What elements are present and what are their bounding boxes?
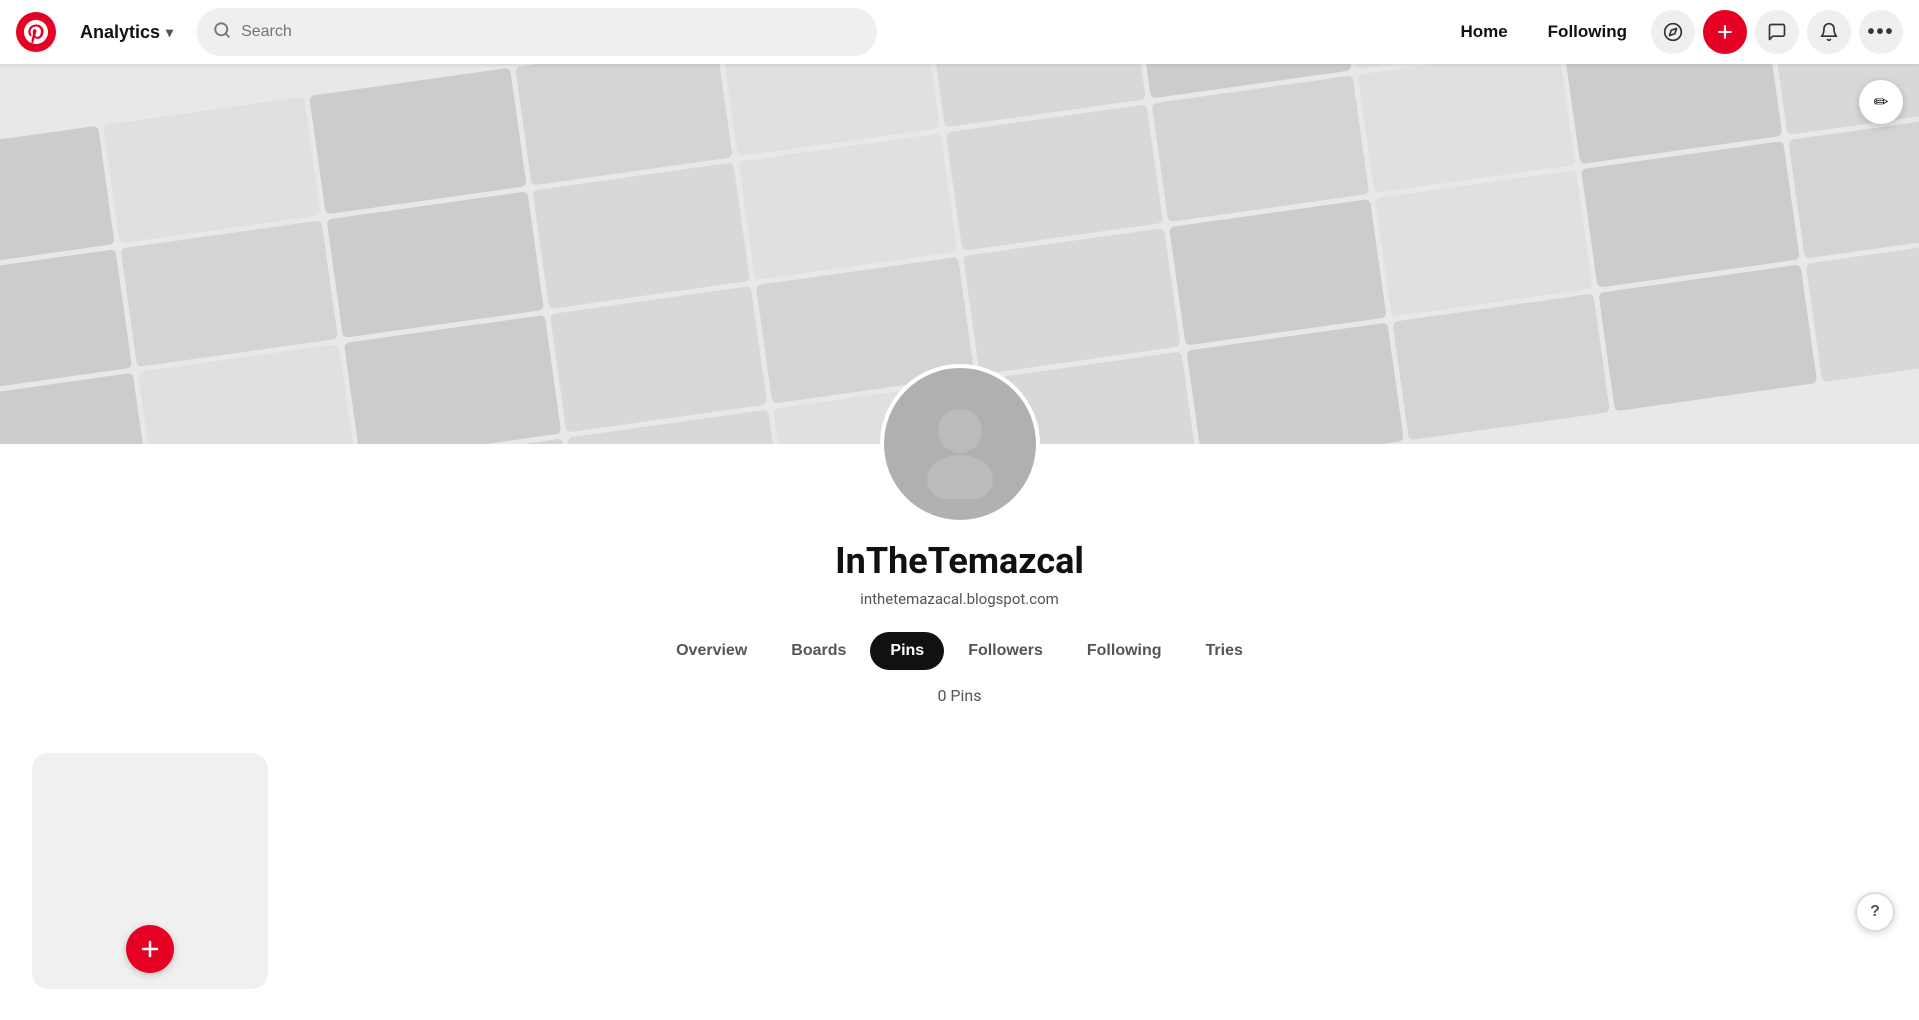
search-icon [213, 21, 231, 44]
profile-tabs: Overview Boards Pins Followers Following… [656, 632, 1263, 670]
tab-followers[interactable]: Followers [948, 632, 1063, 670]
cover-tile [739, 133, 957, 280]
cover-tile [1788, 112, 1919, 259]
cover-tile [962, 228, 1180, 375]
add-button[interactable] [1703, 10, 1747, 54]
following-nav-button[interactable]: Following [1532, 14, 1643, 50]
explore-button[interactable] [1651, 10, 1695, 54]
analytics-label: Analytics [80, 22, 160, 43]
content-area [0, 737, 1919, 1005]
notifications-button[interactable] [1807, 10, 1851, 54]
edit-cover-button[interactable]: ✏ [1859, 80, 1903, 124]
header: Analytics ▾ Home Following [0, 0, 1919, 64]
profile-section: InTheTemazcal inthetemazacal.blogspot.co… [0, 444, 1919, 737]
cover-tile [0, 249, 131, 396]
pinterest-logo[interactable] [16, 12, 56, 52]
cover-tile [1375, 170, 1593, 317]
search-bar [197, 8, 877, 56]
tab-following[interactable]: Following [1067, 632, 1182, 670]
more-options-button[interactable]: ••• [1859, 10, 1903, 54]
home-button[interactable]: Home [1444, 14, 1523, 50]
cover-tile [945, 104, 1163, 251]
cover-tile [1169, 199, 1387, 346]
pins-count: 0 Pins [937, 686, 981, 705]
cover-tile [326, 191, 544, 338]
cover-tile [103, 97, 321, 244]
add-pin-tile [32, 753, 268, 989]
cover-tile [309, 68, 527, 215]
cover-tile [532, 162, 750, 309]
pencil-icon: ✏ [1873, 92, 1888, 113]
cover-tile [1392, 294, 1610, 441]
search-input[interactable] [241, 23, 861, 41]
cover-tile [1599, 265, 1817, 412]
cover-tile [344, 315, 562, 444]
add-pin-button[interactable] [126, 925, 174, 973]
cover-tile [120, 220, 338, 367]
messages-button[interactable] [1755, 10, 1799, 54]
tab-tries[interactable]: Tries [1186, 632, 1263, 670]
cover-tile [1151, 75, 1369, 222]
profile-username: InTheTemazcal [835, 540, 1084, 582]
chevron-down-icon: ▾ [166, 24, 173, 41]
cover-tile [1581, 141, 1799, 288]
cover-tile [0, 126, 114, 273]
cover-tile [0, 373, 149, 444]
avatar [880, 364, 1040, 524]
cover-tile [1805, 236, 1919, 383]
header-right: Home Following [1444, 10, 1903, 54]
help-button[interactable]: ? [1855, 892, 1895, 932]
tab-overview[interactable]: Overview [656, 632, 767, 670]
tab-pins[interactable]: Pins [870, 632, 944, 670]
analytics-button[interactable]: Analytics ▾ [68, 14, 185, 51]
tab-boards[interactable]: Boards [771, 632, 866, 670]
profile-website[interactable]: inthetemazacal.blogspot.com [860, 590, 1059, 608]
cover-tile [550, 286, 768, 433]
